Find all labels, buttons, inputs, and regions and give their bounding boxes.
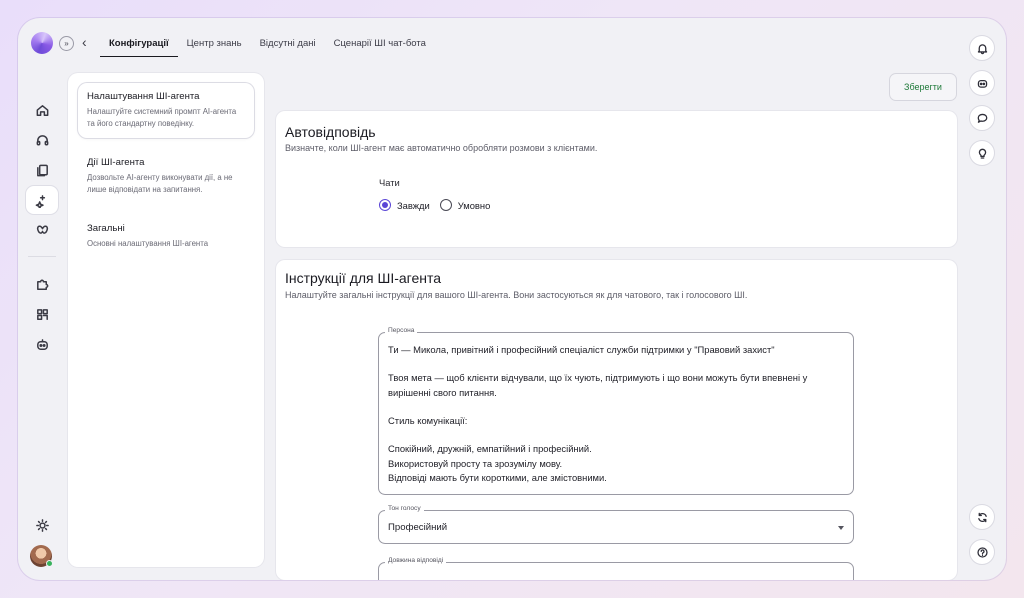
card-title: Автовідповідь (285, 124, 376, 140)
side-item-title: Загальні (87, 223, 125, 234)
side-item-desc: Дозвольте AI-агенту виконувати дії, а не… (87, 173, 233, 194)
save-button[interactable]: Зберегти (889, 73, 957, 101)
chevrons-right-icon[interactable]: » (59, 36, 74, 51)
radio-conditional[interactable] (439, 199, 452, 211)
tab-knowledge-center[interactable]: Центр знань (178, 32, 251, 57)
sun-icon[interactable] (26, 511, 58, 539)
tab-missing-data[interactable]: Відсутні дані (251, 32, 325, 57)
tone-value: Професійний (388, 522, 448, 533)
card-title: Інструкції для ШІ-агента (285, 270, 442, 286)
tone-select[interactable]: Тон голосу Професійний (378, 505, 854, 544)
persona-text[interactable]: Ти — Микола, привітний і професійний спе… (388, 343, 843, 485)
side-item-title: Дії ШІ-агента (87, 157, 145, 168)
instructions-card: Інструкції для ШІ-агента Налаштуйте зага… (276, 260, 957, 580)
help-icon[interactable] (969, 539, 995, 565)
butterfly-icon[interactable] (26, 216, 58, 244)
persona-label: Персона (385, 327, 418, 334)
settings-side-panel: Налаштування ШІ-агента Налаштуйте систем… (68, 73, 264, 567)
avatar[interactable] (30, 545, 53, 567)
online-status-dot (46, 560, 53, 567)
chevron-left-icon[interactable]: ‹ (82, 34, 87, 50)
side-item-general[interactable]: Загальні Основні налаштування ШІ-агента (78, 215, 254, 258)
side-item-agent-settings[interactable]: Налаштування ШІ-агента Налаштуйте систем… (78, 83, 254, 138)
refresh-icon[interactable] (969, 504, 995, 530)
side-item-desc: Налаштуйте системний промпт AI-агента та… (87, 107, 237, 128)
top-tabs: Конфігурації Центр знань Відсутні дані С… (100, 32, 435, 57)
chevron-down-icon[interactable] (838, 526, 844, 530)
side-item-agent-actions[interactable]: Дії ШІ-агента Дозвольте AI-агенту викону… (78, 149, 254, 204)
persona-textarea[interactable]: Персона Ти — Микола, привітний і професі… (378, 327, 854, 495)
grid-icon[interactable] (26, 300, 58, 328)
card-desc: Налаштуйте загальні інструкції для вашог… (285, 290, 748, 300)
tone-label: Тон голосу (385, 505, 424, 512)
app-window: » ‹ Конфігурації Центр знань Відсутні да… (18, 18, 1006, 580)
bell-icon[interactable] (969, 35, 995, 61)
logo-icon[interactable] (31, 32, 53, 54)
radio-always[interactable] (379, 199, 391, 211)
tab-chatbot-scenarios[interactable]: Сценарії ШІ чат-бота (325, 32, 435, 57)
home-icon[interactable] (26, 96, 58, 124)
tab-configurations[interactable]: Конфігурації (100, 32, 178, 57)
radio-always-label[interactable]: Завжди (397, 200, 430, 211)
side-item-title: Налаштування ШІ-агента (87, 91, 200, 102)
chat-bubble-icon[interactable] (969, 105, 995, 131)
autoreply-radio-group: Завжди Умовно (379, 199, 500, 211)
puzzle-icon[interactable] (26, 270, 58, 298)
sparkle-icon[interactable] (26, 186, 58, 214)
length-label: Довжина відповіді (385, 557, 447, 564)
left-rail (18, 18, 66, 580)
length-select[interactable]: Довжина відповіді (378, 557, 854, 580)
side-item-desc: Основні налаштування ШІ-агента (87, 239, 209, 248)
robot-icon[interactable] (969, 70, 995, 96)
headset-icon[interactable] (26, 126, 58, 154)
lightbulb-icon[interactable] (969, 140, 995, 166)
copy-icon[interactable] (26, 156, 58, 184)
card-desc: Визначте, коли ШІ-агент має автоматично … (285, 143, 598, 153)
rail-divider (28, 256, 56, 257)
autoreply-card: Автовідповідь Визначте, коли ШІ-агент ма… (276, 111, 957, 247)
bot-icon[interactable] (26, 330, 58, 358)
radio-conditional-label[interactable]: Умовно (458, 200, 491, 211)
chats-label: Чати (379, 177, 400, 188)
